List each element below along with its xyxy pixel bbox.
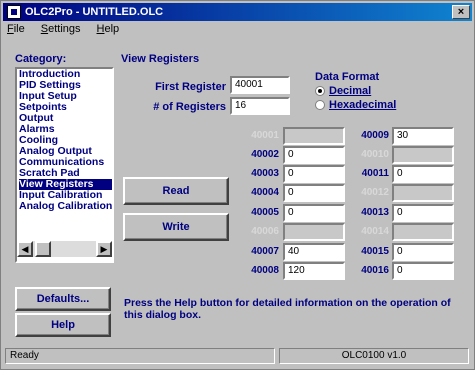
num-registers-label: # of Registers xyxy=(153,101,226,113)
register-value-field xyxy=(283,223,345,241)
register-label: 40010 xyxy=(361,149,389,160)
radio-selected-icon xyxy=(315,86,325,96)
register-value-field[interactable]: 0 xyxy=(283,204,345,222)
register-label: 40012 xyxy=(361,187,389,198)
view-registers-heading: View Registers xyxy=(121,53,200,65)
register-value-field[interactable]: 0 xyxy=(283,184,345,202)
category-scrollbar[interactable]: ◀ ▶ xyxy=(17,241,112,257)
app-window: OLC2Pro - UNTITLED.OLC × File Settings H… xyxy=(0,0,475,370)
register-value-field xyxy=(392,223,454,241)
register-value-field[interactable]: 40 xyxy=(283,243,345,261)
register-label: 40014 xyxy=(361,226,389,237)
register-value-field[interactable]: 0 xyxy=(392,204,454,222)
register-label: 40005 xyxy=(251,207,279,218)
title-bar[interactable]: OLC2Pro - UNTITLED.OLC × xyxy=(3,3,472,21)
status-bar: Ready OLC0100 v1.0 xyxy=(3,346,472,366)
help-instructions: Press the Help button for detailed infor… xyxy=(124,297,451,321)
hexadecimal-label: Hexadecimal xyxy=(329,99,397,111)
register-label: 40011 xyxy=(361,168,389,179)
register-value-field[interactable]: 0 xyxy=(283,146,345,164)
register-label: 40002 xyxy=(251,149,279,160)
app-icon xyxy=(7,5,21,19)
scroll-right-icon[interactable]: ▶ xyxy=(96,241,112,257)
register-value-field[interactable]: 0 xyxy=(392,262,454,280)
menu-help[interactable]: Help xyxy=(95,23,122,39)
register-label: 40006 xyxy=(251,226,279,237)
register-value-field xyxy=(392,146,454,164)
radio-unselected-icon xyxy=(315,100,325,110)
menu-bar: File Settings Help xyxy=(5,23,121,39)
register-value-field[interactable]: 120 xyxy=(283,262,345,280)
register-value-field[interactable]: 0 xyxy=(392,243,454,261)
register-label: 40003 xyxy=(251,168,279,179)
num-registers-input[interactable]: 16 xyxy=(230,97,290,115)
category-label: Category: xyxy=(15,53,67,65)
first-register-input[interactable]: 40001 xyxy=(230,76,290,94)
category-item[interactable]: Analog Calibration xyxy=(19,201,112,212)
register-label: 40016 xyxy=(361,265,389,276)
menu-file[interactable]: File xyxy=(5,23,27,39)
status-text: Ready xyxy=(5,348,275,364)
category-list: Introduction PID Settings Input Setup Setpo… xyxy=(17,69,112,212)
register-label: 40009 xyxy=(361,130,389,141)
register-value-field[interactable]: 0 xyxy=(283,165,345,183)
read-button[interactable]: Read xyxy=(123,177,229,205)
register-label: 40015 xyxy=(361,246,389,257)
category-listbox[interactable]: Introduction PID Settings Input Setup Setpo… xyxy=(15,67,114,263)
scroll-left-icon[interactable]: ◀ xyxy=(17,241,33,257)
decimal-radio[interactable]: Decimal xyxy=(315,85,371,97)
write-button[interactable]: Write xyxy=(123,213,229,241)
register-value-field[interactable]: 30 xyxy=(392,127,454,145)
register-value-field xyxy=(283,127,345,145)
register-label: 40001 xyxy=(251,130,279,141)
decimal-label: Decimal xyxy=(329,85,372,97)
register-value-field xyxy=(392,184,454,202)
register-label: 40007 xyxy=(251,246,279,257)
register-value-field[interactable]: 0 xyxy=(392,165,454,183)
scroll-thumb[interactable] xyxy=(35,241,51,257)
first-register-label: First Register xyxy=(155,81,226,93)
register-label: 40013 xyxy=(361,207,389,218)
window-title: OLC2Pro - UNTITLED.OLC xyxy=(25,6,164,18)
close-button[interactable]: × xyxy=(452,5,470,19)
hexadecimal-radio[interactable]: Hexadecimal xyxy=(315,99,396,111)
defaults-button[interactable]: Defaults... xyxy=(15,287,111,311)
version-text: OLC0100 v1.0 xyxy=(279,348,469,364)
register-label: 40004 xyxy=(251,187,279,198)
data-format-label: Data Format xyxy=(315,71,380,83)
help-button[interactable]: Help xyxy=(15,313,111,337)
menu-settings[interactable]: Settings xyxy=(39,23,83,39)
register-label: 40008 xyxy=(251,265,279,276)
